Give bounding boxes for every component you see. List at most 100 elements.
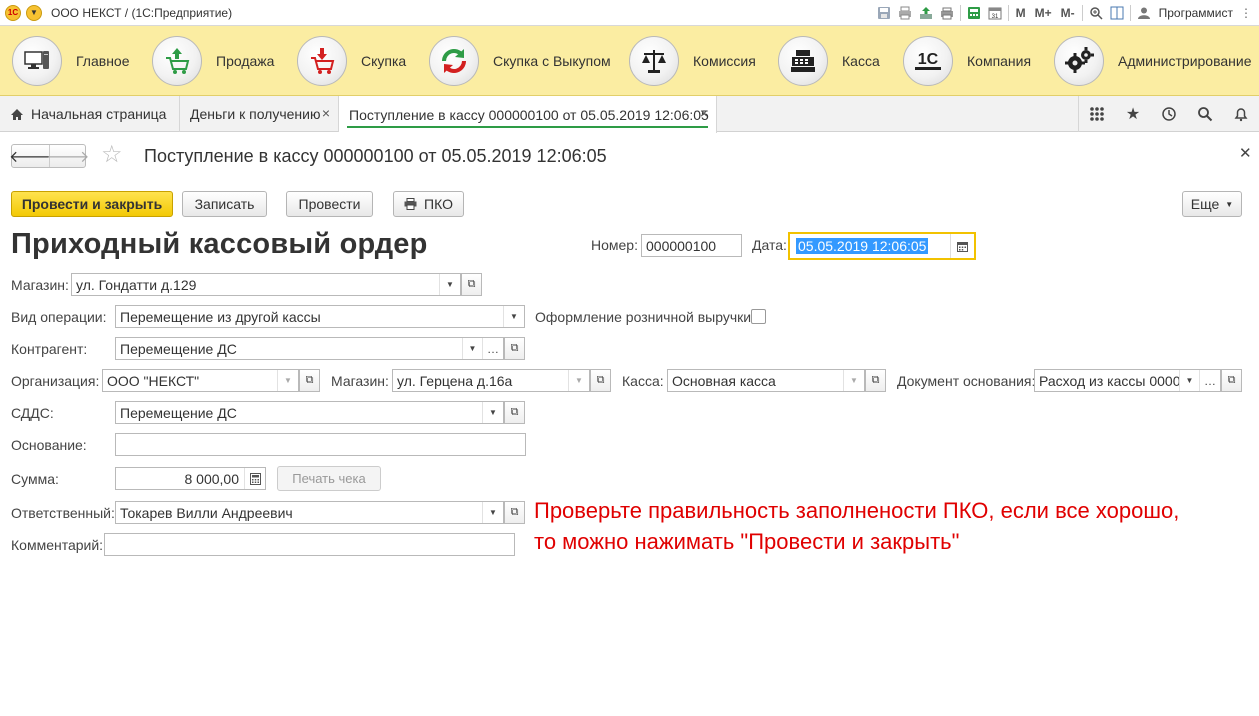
open-icon[interactable]: ⧉ [590, 369, 611, 392]
post-and-close-button[interactable]: Провести и закрыть [11, 191, 173, 217]
window-title: ООО НЕКСТ / (1С:Предприятие) [51, 5, 233, 20]
tab-money-receivable[interactable]: Деньги к получению × [180, 96, 339, 132]
pko-print-button[interactable]: ПКО [393, 191, 464, 217]
cfs-field[interactable]: Перемещение ДС ▼ [115, 401, 504, 424]
open-icon[interactable]: ⧉ [1221, 369, 1242, 392]
save-icon[interactable] [876, 5, 892, 21]
retail-revenue-checkbox[interactable] [751, 309, 766, 324]
section-cash[interactable]: Касса [778, 26, 880, 96]
store-field[interactable]: ул. Гондатти д.129 ▼ [71, 273, 461, 296]
open-icon[interactable]: ⧉ [504, 501, 525, 524]
select-ellipsis-icon[interactable]: … [1199, 370, 1220, 391]
refresh-icon [429, 36, 479, 86]
1c-logo-icon[interactable]: 1С [5, 4, 21, 21]
open-icon[interactable]: ⧉ [504, 401, 525, 424]
section-purchase[interactable]: Скупка [297, 26, 406, 96]
memory-minus-button[interactable]: M- [1059, 6, 1077, 20]
zoom-icon[interactable] [1088, 5, 1104, 21]
reason-field[interactable] [115, 433, 526, 456]
select-ellipsis-icon[interactable]: … [482, 338, 503, 359]
sum-field[interactable]: 8 000,00 [115, 467, 266, 490]
cart-down-icon [297, 36, 347, 86]
organization-field[interactable]: ООО "НЕКСТ" ▼ [102, 369, 299, 392]
main-menu-icon[interactable]: ▼ [26, 4, 42, 21]
dropdown-arrow-icon[interactable]: ▼ [482, 502, 503, 523]
search-icon[interactable] [1187, 96, 1223, 132]
memory-plus-button[interactable]: M+ [1033, 6, 1054, 20]
date-label: Дата: [752, 237, 787, 253]
dropdown-arrow-icon[interactable]: ▼ [503, 306, 524, 327]
window-layout-icon[interactable] [1109, 5, 1125, 21]
calculator-icon[interactable] [966, 5, 982, 21]
calculator-icon[interactable] [244, 468, 265, 489]
hint-line: Проверьте правильность заполнености ПКО,… [534, 498, 1180, 523]
form-title: Поступление в кассу 000000100 от 05.05.2… [144, 146, 607, 166]
dropdown-arrow-icon[interactable]: ▼ [462, 338, 482, 359]
responsible-field[interactable]: Токарев Вилли Андреевич ▼ [115, 501, 504, 524]
section-company[interactable]: 1С Компания [903, 26, 1031, 96]
open-icon[interactable]: ⧉ [299, 369, 320, 392]
close-icon[interactable]: × [700, 105, 708, 121]
open-icon[interactable]: ⧉ [504, 337, 525, 360]
comment-field[interactable] [104, 533, 515, 556]
tabs-tools: ★ [1078, 96, 1259, 132]
export-icon[interactable] [918, 5, 934, 21]
toolbar-separator [1129, 5, 1131, 21]
close-icon[interactable]: × [322, 105, 330, 121]
favorites-star-icon[interactable]: ★ [1115, 96, 1151, 132]
section-sale[interactable]: Продажа [152, 26, 274, 96]
store2-field[interactable]: ул. Герцена д.16а ▼ [392, 369, 590, 392]
cash-register-icon [778, 36, 828, 86]
forward-arrow-icon[interactable]: 🡒 [47, 145, 89, 167]
print-preview-icon[interactable] [939, 5, 955, 21]
number-label: Номер: [591, 237, 638, 253]
dropdown-arrow-icon[interactable]: ▼ [277, 370, 298, 391]
more-menu-icon[interactable]: ⋮ [1238, 5, 1254, 21]
basis-document-field[interactable]: Расход из кассы 00000 ▼ … [1034, 369, 1221, 392]
open-icon[interactable]: ⧉ [461, 273, 482, 296]
dropdown-arrow-icon[interactable]: ▼ [1179, 370, 1199, 391]
svg-text:1С: 1С [918, 51, 939, 68]
tab-home[interactable]: Начальная страница [0, 96, 180, 132]
toolbar-separator [959, 5, 961, 21]
close-form-icon[interactable]: ✕ [1239, 144, 1252, 162]
toolbar-separator [1007, 5, 1009, 21]
save-button[interactable]: Записать [182, 191, 267, 217]
dropdown-arrow-icon[interactable]: ▼ [482, 402, 503, 423]
all-functions-icon[interactable] [1079, 96, 1115, 132]
print-receipt-button[interactable]: Печать чека [277, 466, 381, 491]
title-toolbar: 31 M M+ M- Программист ⋮ [876, 0, 1254, 26]
open-windows-bar: Начальная страница Деньги к получению × … [0, 96, 1259, 133]
section-administration[interactable]: Администрирование [1054, 26, 1252, 96]
open-icon[interactable]: ⧉ [865, 369, 886, 392]
document-title: Приходный кассовый ордер [11, 228, 428, 260]
calendar-icon[interactable] [950, 234, 974, 258]
history-icon[interactable] [1151, 96, 1187, 132]
favorite-star-icon[interactable]: ☆ [101, 142, 123, 168]
section-main[interactable]: Главное [12, 26, 130, 96]
section-purchase-redemption[interactable]: Скупка с Выкупом [429, 26, 611, 96]
notifications-bell-icon[interactable] [1223, 96, 1259, 132]
memory-button[interactable]: M [1014, 6, 1028, 20]
user-name[interactable]: Программист [1159, 6, 1233, 20]
user-icon [1136, 5, 1152, 21]
sections-panel: Главное Продажа Скупка Скупка с Выкупом … [0, 26, 1259, 96]
print-icon[interactable] [897, 5, 913, 21]
section-commission[interactable]: Комиссия [629, 26, 756, 96]
number-field[interactable]: 000000100 [641, 234, 742, 257]
calendar-icon[interactable]: 31 [987, 5, 1003, 21]
dropdown-arrow-icon[interactable]: ▼ [843, 370, 864, 391]
tab-cash-receipt[interactable]: Поступление в кассу 000000100 от 05.05.2… [339, 96, 717, 133]
date-field[interactable]: 05.05.2019 12:06:05 [788, 232, 976, 260]
operation-type-select[interactable]: Перемещение из другой кассы ▼ [115, 305, 525, 328]
post-button[interactable]: Провести [286, 191, 373, 217]
dropdown-arrow-icon[interactable]: ▼ [439, 274, 460, 295]
more-button[interactable]: Еще ▼ [1182, 191, 1242, 217]
basis-document-label: Документ основания: [897, 373, 1036, 389]
counterparty-field[interactable]: Перемещение ДС ▼ … [115, 337, 504, 360]
back-arrow-icon[interactable]: 🡐 [9, 145, 52, 167]
dropdown-arrow-icon[interactable]: ▼ [568, 370, 589, 391]
counterparty-label: Контрагент: [11, 341, 88, 357]
date-value: 05.05.2019 12:06:05 [796, 238, 929, 254]
cashbox-field[interactable]: Основная касса ▼ [667, 369, 865, 392]
